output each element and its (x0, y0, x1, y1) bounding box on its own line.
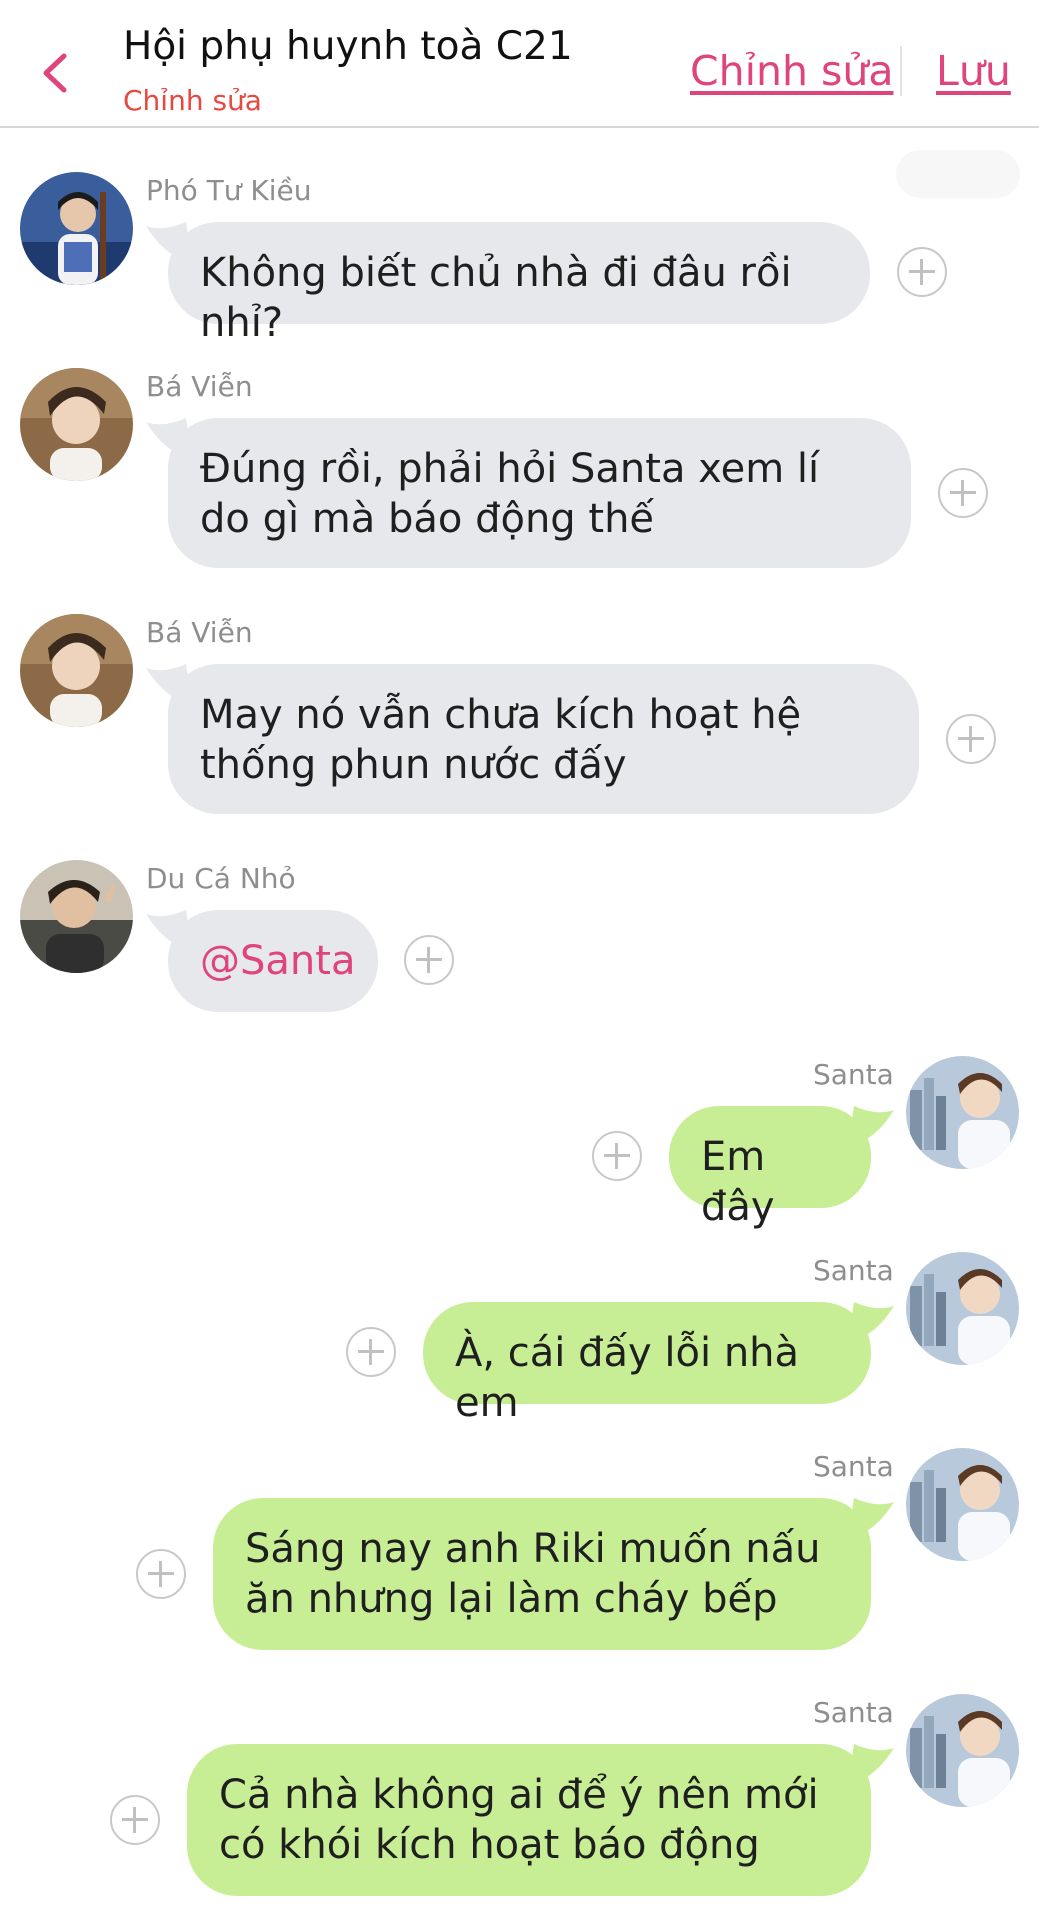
avatar[interactable] (906, 1252, 1019, 1365)
mention-link[interactable]: @Santa (200, 938, 355, 984)
sender-name: Santa (813, 1696, 894, 1729)
edit-button[interactable]: Chỉnh sửa (690, 47, 893, 95)
back-chevron-icon[interactable] (36, 48, 76, 98)
add-reaction-icon[interactable] (592, 1131, 642, 1181)
sender-name: Bá Viễn (146, 616, 253, 649)
message-bubble[interactable]: Sáng nay anh Riki muốn nấu ăn nhưng lại … (213, 1498, 871, 1650)
avatar-image-icon (20, 860, 133, 973)
avatar-image-icon (20, 368, 133, 481)
chat-subtitle: Chỉnh sửa (123, 84, 262, 117)
add-reaction-icon[interactable] (110, 1795, 160, 1845)
save-button[interactable]: Lưu (936, 47, 1011, 95)
avatar[interactable] (906, 1694, 1019, 1807)
sender-name: Phó Tư Kiều (146, 174, 312, 207)
avatar-image-icon (906, 1694, 1019, 1807)
sender-name: Du Cá Nhỏ (146, 862, 296, 895)
sender-name: Santa (813, 1058, 894, 1091)
message-bubble[interactable]: May nó vẫn chưa kích hoạt hệ thống phun … (168, 664, 919, 814)
message-bubble[interactable]: Đúng rồi, phải hỏi Santa xem lí do gì mà… (168, 418, 911, 568)
avatar[interactable] (906, 1056, 1019, 1169)
avatar-image-icon (906, 1448, 1019, 1561)
sender-name: Bá Viễn (146, 370, 253, 403)
add-reaction-icon[interactable] (404, 935, 454, 985)
add-reaction-icon[interactable] (897, 247, 947, 297)
avatar-image-icon (20, 614, 133, 727)
add-reaction-icon[interactable] (946, 714, 996, 764)
avatar[interactable] (20, 860, 133, 973)
header-divider (900, 46, 902, 96)
add-reaction-icon[interactable] (938, 468, 988, 518)
faded-badge (896, 150, 1020, 198)
avatar-image-icon (20, 172, 133, 285)
chat-header: Hội phụ huynh toà C21 Chỉnh sửa Chỉnh sử… (0, 0, 1039, 128)
sender-name: Santa (813, 1254, 894, 1287)
message-bubble[interactable]: À, cái đấy lỗi nhà em (423, 1302, 871, 1426)
avatar-image-icon (906, 1252, 1019, 1365)
message-bubble[interactable]: @Santa (168, 910, 378, 1012)
avatar[interactable] (20, 614, 133, 727)
sender-name: Santa (813, 1450, 894, 1483)
chat-title: Hội phụ huynh toà C21 (123, 24, 573, 69)
avatar[interactable] (20, 172, 133, 285)
avatar[interactable] (906, 1448, 1019, 1561)
avatar-image-icon (906, 1056, 1019, 1169)
message-bubble[interactable]: Không biết chủ nhà đi đâu rồi nhỉ? (168, 222, 870, 346)
add-reaction-icon[interactable] (136, 1549, 186, 1599)
avatar[interactable] (20, 368, 133, 481)
add-reaction-icon[interactable] (346, 1327, 396, 1377)
message-bubble[interactable]: Em đây (669, 1106, 871, 1230)
message-bubble[interactable]: Cả nhà không ai để ý nên mới có khói kíc… (187, 1744, 871, 1896)
